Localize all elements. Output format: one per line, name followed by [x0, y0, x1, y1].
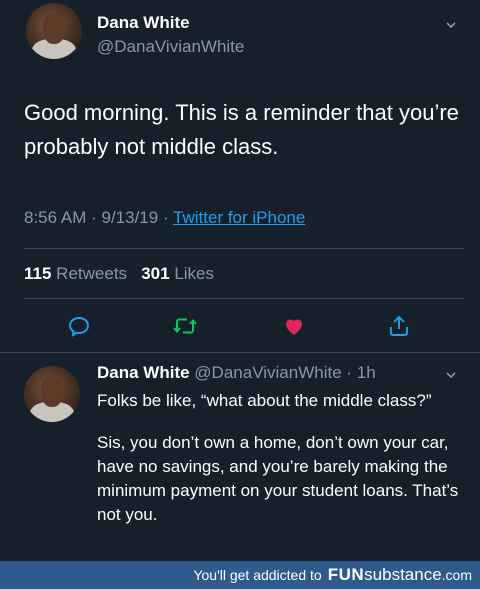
tweet-actions [0, 306, 480, 346]
reply-paragraph: Sis, you don’t own a home, don’t own you… [97, 433, 459, 524]
chevron-down-icon[interactable] [446, 370, 456, 380]
like-button[interactable] [274, 306, 314, 346]
reply-text: Folks be like, “what about the middle cl… [97, 389, 467, 545]
tweet-time: 8:56 AM [24, 208, 87, 227]
watermark-banner: You'll get addicted to FUN substance .com [0, 561, 480, 589]
divider [24, 248, 464, 249]
tweet-stats: 115 Retweets 301 Likes [24, 264, 214, 284]
retweet-icon [173, 318, 197, 334]
likes-stat[interactable]: 301 Likes [141, 264, 214, 283]
share-icon [390, 315, 408, 336]
like-icon [286, 319, 302, 335]
tweet-text: Good morning. This is a reminder that yo… [24, 100, 459, 159]
tweet-source-link[interactable]: Twitter for iPhone [173, 208, 305, 227]
retweets-stat[interactable]: 115 Retweets [24, 264, 127, 283]
tweet-meta: 8:56 AM · 9/13/19 · Twitter for iPhone [24, 208, 306, 227]
handle[interactable]: @DanaVivianWhite [97, 37, 244, 57]
watermark-promo: You'll get addicted to [193, 567, 322, 583]
divider [24, 298, 464, 299]
handle[interactable]: @DanaVivianWhite [194, 363, 341, 382]
reply-header: Dana White @DanaVivianWhite · 1h [97, 363, 376, 382]
watermark-brand-substance: substance [364, 565, 442, 584]
reply-icon [69, 317, 89, 337]
avatar[interactable] [26, 3, 82, 59]
avatar[interactable] [24, 366, 80, 422]
reply-paragraph: Folks be like, “what about the middle cl… [97, 391, 432, 410]
retweet-button[interactable] [165, 306, 205, 346]
reply-button[interactable] [59, 306, 99, 346]
tweet-age: 1h [356, 363, 376, 382]
display-name[interactable]: Dana White [97, 363, 190, 382]
share-button[interactable] [379, 306, 419, 346]
reply-tweet[interactable]: Dana White @DanaVivianWhite · 1h Folks b… [0, 353, 480, 561]
watermark-brand-fun: FUN [327, 565, 365, 584]
watermark-brand-domain: .com [441, 567, 472, 583]
display-name[interactable]: Dana White [97, 13, 190, 33]
tweet-date: 9/13/19 [101, 208, 159, 227]
chevron-down-icon[interactable] [446, 20, 456, 30]
main-tweet: Dana White @DanaVivianWhite Good morning… [0, 0, 480, 352]
